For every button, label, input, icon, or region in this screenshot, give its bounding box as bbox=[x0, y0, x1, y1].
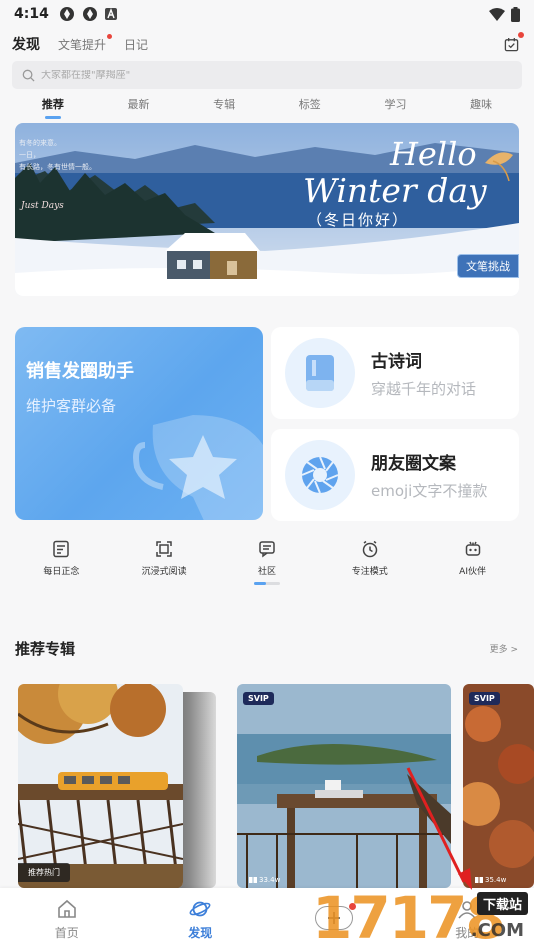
status-time: 4:14 bbox=[14, 6, 49, 22]
fullscreen-icon bbox=[156, 541, 172, 557]
moments-copy-card[interactable]: 朋友圈文案 emoji文字不撞款 bbox=[271, 429, 519, 521]
tool-label: 每日正念 bbox=[43, 567, 80, 577]
sales-assistant-card[interactable]: 销售发圈助手 维护客群必备 bbox=[15, 327, 263, 520]
tab-study[interactable]: 学习 bbox=[384, 96, 406, 112]
writing-challenge-button[interactable]: 文笔挑战 bbox=[457, 254, 519, 278]
book-small-icon bbox=[249, 877, 257, 883]
watermark-domain: .COM bbox=[470, 920, 524, 941]
tab-diary[interactable]: 日记 bbox=[124, 36, 148, 53]
search-bar[interactable] bbox=[12, 61, 522, 89]
app-notification-icon bbox=[82, 7, 97, 21]
tool-label: AI伙伴 bbox=[459, 567, 486, 577]
wifi-icon bbox=[489, 7, 505, 21]
banner-signature: Just Days bbox=[21, 201, 64, 211]
category-tabs: 推荐 最新 专辑 标签 学习 趣味 bbox=[0, 96, 534, 122]
recommended-albums-title: 推荐专辑 bbox=[15, 640, 76, 658]
sales-assistant-title: 销售发圈助手 bbox=[26, 361, 134, 382]
battery-icon bbox=[511, 6, 520, 22]
watermark-box-label: 下载站 bbox=[476, 892, 528, 915]
tool-ai-partner[interactable]: AI伙伴 bbox=[428, 540, 518, 590]
chat-icon bbox=[259, 541, 275, 558]
home-icon bbox=[57, 899, 76, 918]
search-input[interactable] bbox=[41, 69, 441, 81]
svip-badge: SVIP bbox=[469, 692, 500, 705]
album-badge: 推荐热门 bbox=[18, 863, 70, 882]
book-icon bbox=[285, 338, 355, 408]
sales-assistant-subtitle: 维护客群必备 bbox=[26, 397, 117, 415]
winter-banner[interactable]: 有冬的来意。 一日， 有长路，冬有世情一般。 Just Days Hello W… bbox=[15, 123, 519, 296]
tab-latest[interactable]: 最新 bbox=[127, 96, 149, 112]
banner-poem-line: 一日， bbox=[19, 151, 40, 159]
banner-winter-day-text: Winter day bbox=[303, 171, 487, 210]
poetry-title: 古诗词 bbox=[371, 352, 422, 372]
tab-writing-improve[interactable]: 文笔提升 bbox=[58, 33, 113, 53]
planet-icon bbox=[189, 901, 211, 917]
robot-icon bbox=[465, 541, 480, 556]
tool-label: 沉浸式阅读 bbox=[141, 567, 187, 577]
nav-discover-label: 发现 bbox=[188, 926, 213, 940]
tool-focus-mode[interactable]: 专注模式 bbox=[325, 540, 415, 590]
poetry-subtitle: 穿越千年的对话 bbox=[371, 380, 477, 398]
banner-subtitle: （冬日你好） bbox=[307, 211, 410, 229]
tool-label: 社区 bbox=[257, 567, 276, 577]
tab-writing-improve-label: 文笔提升 bbox=[58, 37, 107, 52]
moments-subtitle: emoji文字不撞款 bbox=[371, 482, 488, 500]
calendar-check-icon bbox=[504, 37, 518, 51]
tool-label: 专注模式 bbox=[351, 567, 388, 577]
clock-icon bbox=[362, 540, 378, 558]
calendar-checkin-button[interactable] bbox=[500, 32, 524, 55]
page-indicator bbox=[254, 582, 280, 585]
view-count-value: 33.4w bbox=[259, 876, 281, 884]
tab-tags[interactable]: 标签 bbox=[299, 96, 321, 112]
more-link[interactable]: 更多 > bbox=[490, 642, 518, 655]
tab-discover[interactable]: 发现 bbox=[12, 34, 40, 54]
note-icon bbox=[53, 540, 70, 558]
notification-dot bbox=[107, 33, 113, 39]
app-notification-icon bbox=[59, 7, 74, 21]
nav-home[interactable]: 首页 bbox=[0, 898, 134, 941]
nav-discover[interactable]: 发现 bbox=[134, 898, 268, 941]
svip-badge: SVIP bbox=[243, 692, 274, 705]
tool-immersive-reading[interactable]: 沉浸式阅读 bbox=[119, 540, 209, 590]
poetry-card[interactable]: 古诗词 穿越千年的对话 bbox=[271, 327, 519, 419]
banner-poem: 有冬的来意。 一日， 有长路，冬有世情一般。 bbox=[19, 137, 96, 173]
tool-daily-mindfulness[interactable]: 每日正念 bbox=[16, 540, 106, 590]
red-arrow-icon bbox=[406, 767, 472, 890]
top-nav: 发现 文笔提升 日记 bbox=[0, 30, 534, 58]
view-count-value: 35.4w bbox=[485, 876, 507, 884]
train-bridge-image bbox=[18, 684, 183, 888]
tab-recommend[interactable]: 推荐 bbox=[42, 96, 64, 119]
moments-title: 朋友圈文案 bbox=[371, 454, 456, 474]
nav-home-label: 首页 bbox=[54, 926, 79, 940]
camera-aperture-icon bbox=[285, 440, 355, 510]
trophy-star-icon bbox=[133, 415, 263, 520]
status-bar: 4:14 bbox=[0, 0, 534, 28]
tab-fun[interactable]: 趣味 bbox=[470, 96, 492, 112]
notification-dot bbox=[518, 32, 524, 38]
banner-poem-line: 有长路，冬有世情一般。 bbox=[19, 163, 96, 171]
site-watermark: 17178 下载站 .COM bbox=[312, 767, 534, 950]
search-icon bbox=[22, 69, 35, 82]
banner-poem-line: 有冬的来意。 bbox=[19, 139, 61, 147]
album-card[interactable]: 推荐热门 bbox=[18, 684, 183, 888]
banner-hello-text: Hello bbox=[390, 135, 477, 173]
tab-albums[interactable]: 专辑 bbox=[213, 96, 235, 112]
a-notification-icon bbox=[104, 8, 117, 20]
view-count: 33.4w bbox=[249, 876, 280, 884]
